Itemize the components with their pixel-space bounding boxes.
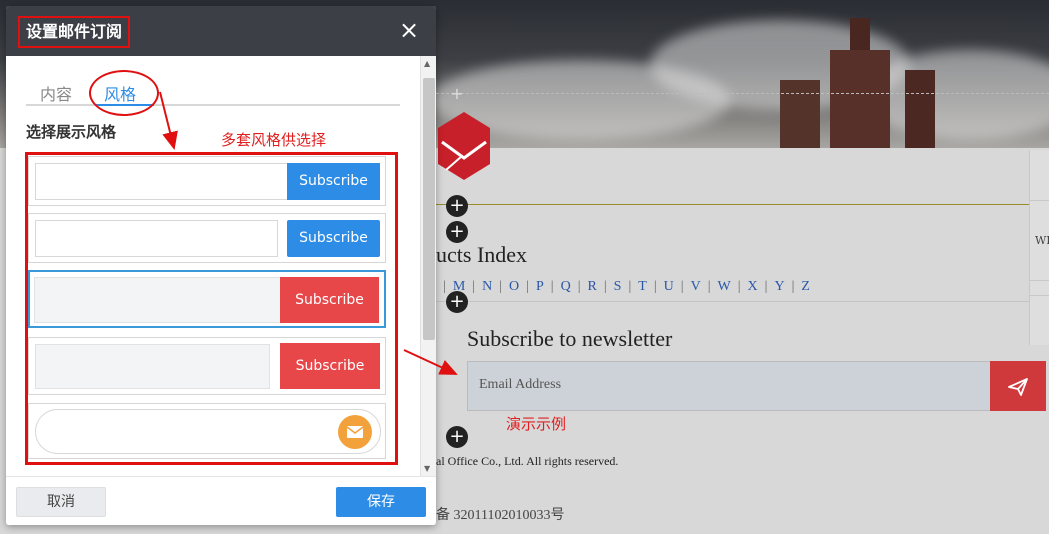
- annotation-demo-note: 演示示例: [506, 415, 567, 433]
- icp-number: 备 32011102010033号: [436, 508, 565, 523]
- close-icon[interactable]: ×: [398, 18, 420, 42]
- header-divider: [436, 204, 1029, 205]
- letter-separator: |: [737, 279, 741, 294]
- letter-link-u[interactable]: U: [664, 279, 674, 294]
- right-panel-text: WI: [1035, 234, 1049, 247]
- dialog-title: 设置邮件订阅: [18, 16, 131, 48]
- letter-link-s[interactable]: S: [614, 279, 622, 294]
- letter-link-z[interactable]: Z: [801, 279, 810, 294]
- dialog-scrollbar[interactable]: ▲ ▼: [420, 56, 436, 476]
- cancel-button[interactable]: 取消: [16, 487, 106, 517]
- letter-link-v[interactable]: V: [691, 279, 701, 294]
- right-side-panel: [1029, 150, 1049, 345]
- add-block-icon[interactable]: +: [446, 426, 468, 448]
- letter-link-w[interactable]: W: [718, 279, 731, 294]
- letter-link-x[interactable]: X: [748, 279, 758, 294]
- letter-index-nav[interactable]: | M | N | O | P | Q | R | S | T | U | V | W | X | Y | Z: [436, 279, 810, 295]
- email-placeholder: Email Address: [479, 377, 562, 392]
- letter-separator: |: [603, 279, 607, 294]
- add-section-icon[interactable]: +: [449, 86, 465, 102]
- letter-link-q[interactable]: Q: [561, 279, 571, 294]
- scrollbar-thumb[interactable]: [423, 78, 435, 340]
- section-guide-line: [436, 93, 1049, 94]
- newsletter-title: Subscribe to newsletter: [467, 326, 673, 351]
- email-subscription-dialog: 设置邮件订阅 × 内容 风格 选择展示风格 多套风格供选择 Subscribe …: [6, 6, 436, 525]
- copyright-text: al Office Co., Ltd. All rights reserved.: [436, 454, 619, 468]
- letter-separator: |: [499, 279, 503, 294]
- letter-link-r[interactable]: R: [588, 279, 597, 294]
- letter-separator: |: [443, 279, 446, 294]
- letter-link-o[interactable]: O: [509, 279, 519, 294]
- letter-link-n[interactable]: N: [482, 279, 492, 294]
- letter-separator: |: [707, 279, 711, 294]
- letter-separator: |: [550, 279, 554, 294]
- section-label: 选择展示风格: [26, 123, 117, 141]
- letter-separator: |: [577, 279, 581, 294]
- letter-separator: |: [791, 279, 795, 294]
- add-block-icon[interactable]: +: [446, 195, 468, 217]
- letter-link-y[interactable]: Y: [774, 279, 784, 294]
- products-index-title: ucts Index: [436, 242, 528, 267]
- save-button[interactable]: 保存: [336, 487, 426, 517]
- annotation-circle: [89, 70, 159, 116]
- dialog-footer: 取消 保存: [6, 476, 436, 525]
- newsletter-send-button[interactable]: [990, 361, 1046, 411]
- dialog-header: 设置邮件订阅 ×: [6, 6, 436, 56]
- add-block-icon[interactable]: +: [446, 291, 468, 313]
- letter-separator: |: [526, 279, 529, 294]
- letter-separator: |: [472, 279, 476, 294]
- tab-bar: 内容 风格: [26, 78, 400, 106]
- letter-link-p[interactable]: P: [536, 279, 544, 294]
- tab-content[interactable]: 内容: [40, 81, 72, 105]
- add-block-icon[interactable]: +: [446, 221, 468, 243]
- site-logo-icon: [438, 112, 490, 180]
- letter-separator: |: [764, 279, 768, 294]
- annotation-styles-note: 多套风格供选择: [221, 131, 327, 149]
- letter-separator: |: [653, 279, 657, 294]
- annotation-styles-frame: [25, 152, 398, 465]
- letter-separator: |: [628, 279, 632, 294]
- divider: [436, 301, 1029, 302]
- newsletter-email-input[interactable]: Email Address: [467, 361, 991, 411]
- letter-link-t[interactable]: T: [638, 279, 647, 294]
- paper-plane-icon: [1008, 378, 1028, 396]
- letter-separator: |: [680, 279, 684, 294]
